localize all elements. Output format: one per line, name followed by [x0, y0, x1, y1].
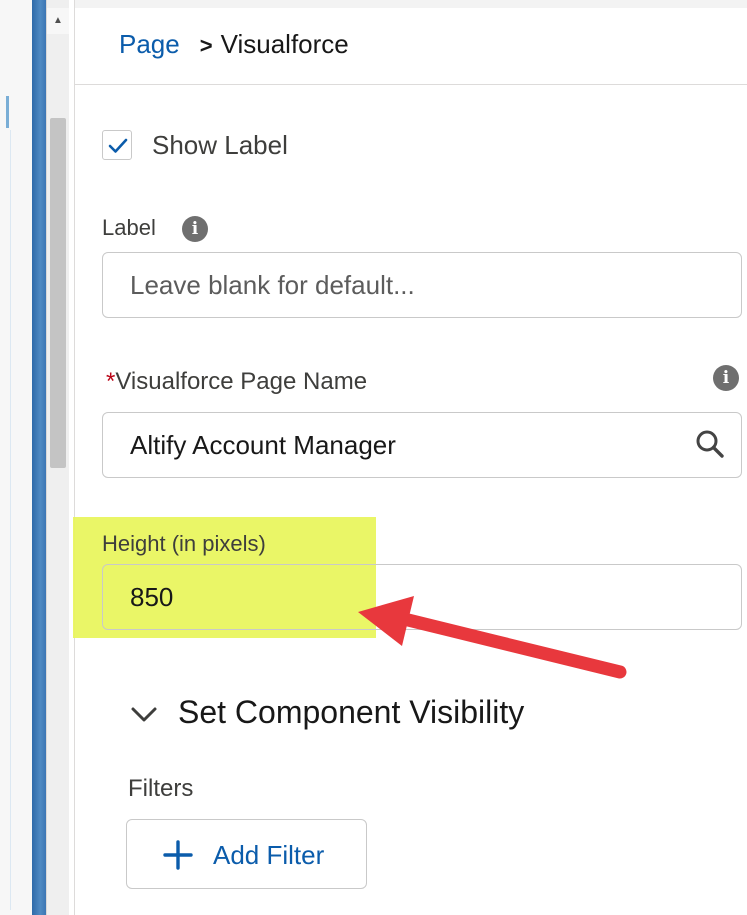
height-field-label: Height (in pixels): [102, 531, 266, 556]
breadcrumb: Page > Visualforce: [119, 28, 349, 62]
scrollbar-thumb[interactable]: [50, 118, 66, 468]
breadcrumb-separator: >: [199, 33, 213, 58]
required-marker: *: [106, 368, 116, 395]
background-panel-edge: [32, 0, 46, 915]
page-name-label: *Visualforce Page Name: [106, 368, 367, 396]
checkmark-icon: [108, 138, 128, 153]
search-icon[interactable]: [694, 428, 726, 460]
add-filter-button[interactable]: Add Filter: [126, 819, 367, 889]
page-name-label-text: Visualforce Page Name: [115, 368, 368, 395]
vertical-scrollbar[interactable]: ▲: [46, 0, 69, 915]
gutter-line: [10, 130, 11, 910]
show-label-text: Show Label: [152, 130, 288, 160]
plus-icon: [163, 840, 193, 870]
panel-divider: [74, 0, 75, 915]
breadcrumb-page-link[interactable]: Page: [119, 29, 180, 59]
visibility-section-title[interactable]: Set Component Visibility: [178, 692, 524, 732]
label-input[interactable]: [102, 252, 742, 318]
panel-header: Page > Visualforce: [75, 8, 747, 85]
show-label-checkbox[interactable]: [102, 130, 132, 160]
info-icon[interactable]: i: [713, 365, 739, 391]
visualforce-page-name-input[interactable]: [102, 412, 742, 478]
filters-label: Filters: [128, 775, 194, 802]
left-gutter: [0, 0, 33, 915]
info-icon[interactable]: i: [182, 216, 208, 242]
gutter-marker: [6, 96, 9, 128]
annotation-arrow-icon: [358, 596, 627, 679]
add-filter-label: Add Filter: [213, 840, 325, 870]
chevron-down-icon[interactable]: [130, 706, 158, 724]
breadcrumb-current: Visualforce: [220, 29, 349, 59]
label-field-label: Label: [102, 215, 156, 240]
scroll-up-arrow-icon[interactable]: ▲: [47, 8, 69, 34]
top-border: [75, 0, 747, 8]
